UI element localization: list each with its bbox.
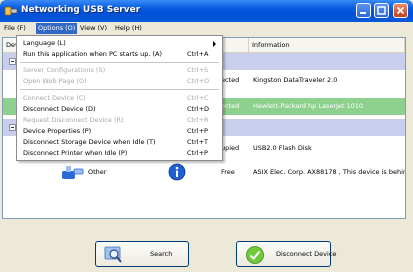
menu-item-server-configurations[interactable]: Server Configurations (S) Ctrl+S [17, 65, 222, 76]
submenu-arrow-icon [213, 41, 216, 47]
title-bar[interactable]: Networking USB Server [0, 0, 413, 22]
usb-icon [61, 164, 85, 183]
row-status: upied [221, 144, 240, 152]
disconnect-device-button[interactable]: Disconnect Device [236, 241, 336, 267]
collapse-icon[interactable] [9, 124, 16, 131]
menu-help[interactable]: Help (H) [113, 23, 144, 34]
search-button-label: Search [150, 250, 173, 258]
row-info: ASIX Elec. Corp. AX88178 , This device i… [253, 168, 406, 176]
menu-view[interactable]: View (V) [78, 23, 109, 34]
options-menu: Language (L) Run this application when P… [16, 35, 223, 161]
info-icon [168, 163, 186, 183]
menu-item-disconnect-storage-idle[interactable]: Disconnect Storage Device when Idle (T) … [17, 137, 222, 148]
maximize-button[interactable] [374, 3, 389, 18]
row-info: Hewlett-Packard hp LaserJet 1010 [253, 102, 364, 110]
window-title: Networking USB Server [21, 5, 141, 15]
search-icon [104, 245, 124, 267]
app-window: Networking USB Server File (F) Options (… [0, 0, 413, 272]
menu-item-connect-device[interactable]: Connect Device (C) Ctrl+C [17, 93, 222, 104]
row-status: ected [221, 76, 240, 84]
menu-item-device-properties[interactable]: Device Properties (P) Ctrl+P [17, 126, 222, 137]
table-row[interactable]: Other Free ASIX Elec. Corp. AX88178 , Th… [3, 163, 405, 181]
close-button[interactable] [393, 3, 408, 18]
menu-item-run-on-start[interactable]: Run this application when PC starts up. … [17, 49, 222, 60]
column-status[interactable] [219, 38, 249, 52]
row-info: Kingston DataTraveler 2.0 [253, 76, 338, 84]
minimize-button[interactable] [356, 3, 371, 18]
disconnect-button-label: Disconnect Device [276, 250, 337, 258]
menu-file[interactable]: File (F) [2, 23, 28, 34]
row-info: USB2.0 Flash Disk [253, 144, 312, 152]
menu-item-disconnect-printer-idle[interactable]: Disconnect Printer when Idle (P) Ctrl+P [17, 148, 222, 159]
row-device: Other [88, 168, 107, 176]
menu-separator [20, 89, 219, 90]
row-status: Free [221, 168, 235, 176]
menu-separator [20, 62, 219, 63]
collapse-icon[interactable] [9, 58, 16, 65]
menu-item-language[interactable]: Language (L) [17, 38, 222, 49]
usb-server-icon [4, 4, 18, 18]
menu-bar: File (F) Options (O) View (V) Help (H) [0, 22, 413, 35]
checkmark-icon [245, 245, 265, 267]
column-information[interactable]: Information [249, 38, 405, 52]
row-status: ected [221, 102, 240, 110]
search-button[interactable]: Search [95, 241, 189, 267]
menu-item-request-disconnect[interactable]: Request Disconnect Device (R) Ctrl+R [17, 115, 222, 126]
menu-item-disconnect-device[interactable]: Disconnect Device (D) Ctrl+D [17, 104, 222, 115]
menu-options[interactable]: Options (O) [36, 23, 78, 34]
menu-item-open-web-page[interactable]: Open Web Page (O) Ctrl+O [17, 76, 222, 87]
